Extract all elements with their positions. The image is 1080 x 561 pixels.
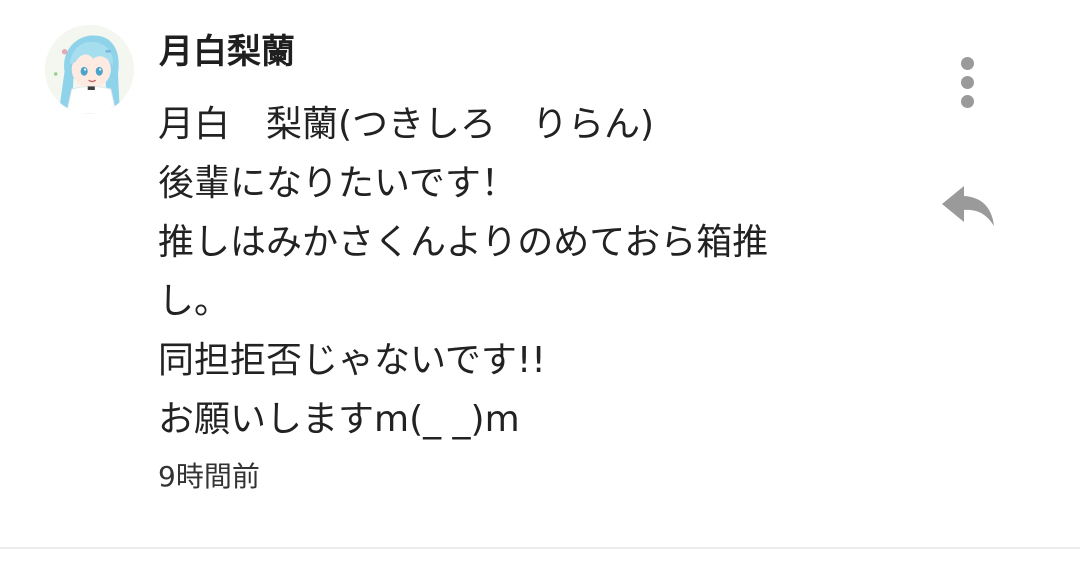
more-options-button[interactable]: [946, 54, 990, 110]
user-avatar-icon: [45, 25, 134, 114]
comment-line: お願いしますm(_ _)m: [158, 399, 520, 440]
comment-line: 後輩になりたいです！: [158, 163, 517, 204]
username[interactable]: 月白梨蘭: [159, 30, 295, 74]
reply-button[interactable]: [938, 180, 998, 232]
comment-timestamp: 9時間前: [158, 460, 260, 493]
comment-line: 同担拒否じゃないです!!: [158, 340, 546, 381]
comment-line: し。: [158, 281, 231, 322]
reply-arrow-icon: [942, 186, 994, 226]
divider: [0, 547, 1080, 549]
comment-body: 月白 梨蘭(つきしろ りらん) 後輩になりたいです！ 推しはみかさくんよりのめて…: [158, 95, 878, 449]
comment-line: 推しはみかさくんよりのめておら箱推: [158, 222, 769, 263]
comment-item: 月白梨蘭 月白 梨蘭(つきしろ りらん) 後輩になりたいです！ 推しはみかさくん…: [0, 0, 1080, 561]
avatar[interactable]: [45, 25, 134, 114]
comment-line: 月白 梨蘭(つきしろ りらん): [158, 104, 655, 145]
